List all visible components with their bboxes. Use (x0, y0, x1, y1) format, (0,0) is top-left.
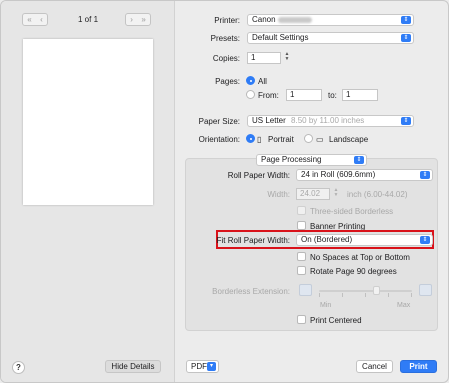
three-sided-checkbox[interactable] (297, 206, 306, 215)
printer-label: Printer: (214, 16, 240, 25)
page-nav-back-group: « ‹ (22, 13, 48, 26)
paper-size-select[interactable]: US Letter 8.50 by 11.00 inches ⇕ (247, 115, 414, 127)
borderless-ext-label: Borderless Extension: (212, 287, 290, 296)
paper-size-label: Paper Size: (198, 117, 240, 126)
section-value: Page Processing (261, 155, 322, 164)
width-label: Width: (267, 190, 290, 199)
small-extension-icon (299, 284, 312, 296)
pages-all-radio[interactable] (246, 76, 255, 85)
slider-thumb[interactable] (373, 286, 380, 295)
preview-pane: « ‹ 1 of 1 › » ? Hide Details (1, 1, 175, 382)
printer-name: Canon (252, 15, 276, 24)
fit-roll-select[interactable]: On (Bordered) ⇕ (296, 234, 433, 246)
rotate-label: Rotate Page 90 degrees (310, 267, 397, 276)
pages-from-label: From: (258, 91, 279, 100)
presets-label: Presets: (210, 34, 240, 43)
presets-value: Default Settings (252, 33, 309, 42)
redacted-model (277, 16, 312, 23)
chevron-updown-icon: ⇕ (401, 117, 411, 125)
chevron-updown-icon: ⇕ (420, 236, 430, 244)
chevron-updown-icon: ⇕ (354, 156, 364, 164)
large-extension-icon (419, 284, 432, 296)
chevron-updown-icon: ⇕ (401, 16, 411, 24)
chevron-updown-icon: ⇕ (420, 171, 430, 179)
page-preview (23, 39, 153, 205)
width-field[interactable]: 24.02 (296, 188, 330, 200)
print-button[interactable]: Print (400, 360, 437, 373)
section-select[interactable]: Page Processing ⇕ (256, 154, 367, 166)
borderless-ext-slider[interactable] (319, 286, 412, 297)
chevron-updown-icon: ⇕ (401, 34, 411, 42)
pdf-label: PDF (191, 362, 207, 371)
landscape-label: Landscape (329, 135, 369, 144)
slider-tick (319, 293, 320, 297)
roll-width-select[interactable]: 24 in Roll (609.6mm) ⇕ (296, 169, 433, 181)
width-stepper[interactable]: ▲ ▼ (332, 188, 340, 200)
fit-roll-value: On (Bordered) (301, 235, 353, 244)
width-unit: inch (6.00-44.02) (347, 190, 408, 199)
banner-checkbox[interactable] (297, 221, 306, 230)
chevron-down-icon: ▾ (207, 362, 216, 371)
presets-select[interactable]: Default Settings ⇕ (247, 32, 414, 44)
page-nav-forward-group: › » (125, 13, 151, 26)
roll-width-value: 24 in Roll (609.6mm) (301, 170, 376, 179)
pdf-menu-button[interactable]: PDF ▾ (186, 360, 219, 373)
landscape-radio[interactable] (304, 134, 313, 143)
portrait-radio[interactable] (246, 134, 255, 143)
slider-min-label: Min (320, 302, 332, 309)
landscape-icon: ▭ (316, 135, 324, 144)
pages-from-field[interactable]: 1 (286, 89, 322, 101)
last-page-icon[interactable]: » (141, 15, 145, 24)
copies-field[interactable]: 1 (247, 52, 281, 64)
fit-roll-label: Fit Roll Paper Width: (216, 236, 290, 245)
no-spaces-checkbox[interactable] (297, 252, 306, 261)
cancel-button[interactable]: Cancel (356, 360, 393, 373)
help-button[interactable]: ? (12, 361, 25, 374)
copies-label: Copies: (212, 54, 240, 63)
next-page-icon[interactable]: › (130, 15, 133, 24)
pages-to-field[interactable]: 1 (342, 89, 378, 101)
print-dialog: « ‹ 1 of 1 › » ? Hide Details Printer: C… (0, 0, 449, 383)
pages-from-radio[interactable] (246, 90, 255, 99)
printer-select[interactable]: Canon ⇕ (247, 14, 414, 26)
first-page-icon[interactable]: « (27, 15, 31, 24)
print-centered-checkbox[interactable] (297, 315, 306, 324)
roll-width-label: Roll Paper Width: (227, 171, 290, 180)
prev-page-icon[interactable]: ‹ (40, 15, 43, 24)
portrait-label: Portrait (268, 135, 294, 144)
print-centered-label: Print Centered (310, 316, 362, 325)
copies-stepper[interactable]: ▲ ▼ (283, 52, 291, 64)
slider-tick (388, 293, 389, 297)
page-indicator: 1 of 1 (78, 15, 99, 24)
slider-max-label: Max (397, 302, 411, 309)
hide-details-button[interactable]: Hide Details (105, 360, 161, 373)
portrait-icon: ▯ (257, 135, 262, 144)
paper-size-dims: 8.50 by 11.00 inches (291, 116, 365, 125)
pages-to-label: to: (328, 91, 337, 100)
orientation-label: Orientation: (198, 135, 240, 144)
slider-tick (365, 293, 366, 297)
three-sided-label: Three-sided Borderless (310, 207, 394, 216)
pages-all-label: All (258, 77, 267, 86)
rotate-checkbox[interactable] (297, 266, 306, 275)
paper-size-value: US Letter (252, 116, 286, 125)
no-spaces-label: No Spaces at Top or Bottom (310, 253, 410, 262)
slider-tick (342, 293, 343, 297)
pages-label: Pages: (215, 77, 240, 86)
slider-tick (411, 293, 412, 297)
